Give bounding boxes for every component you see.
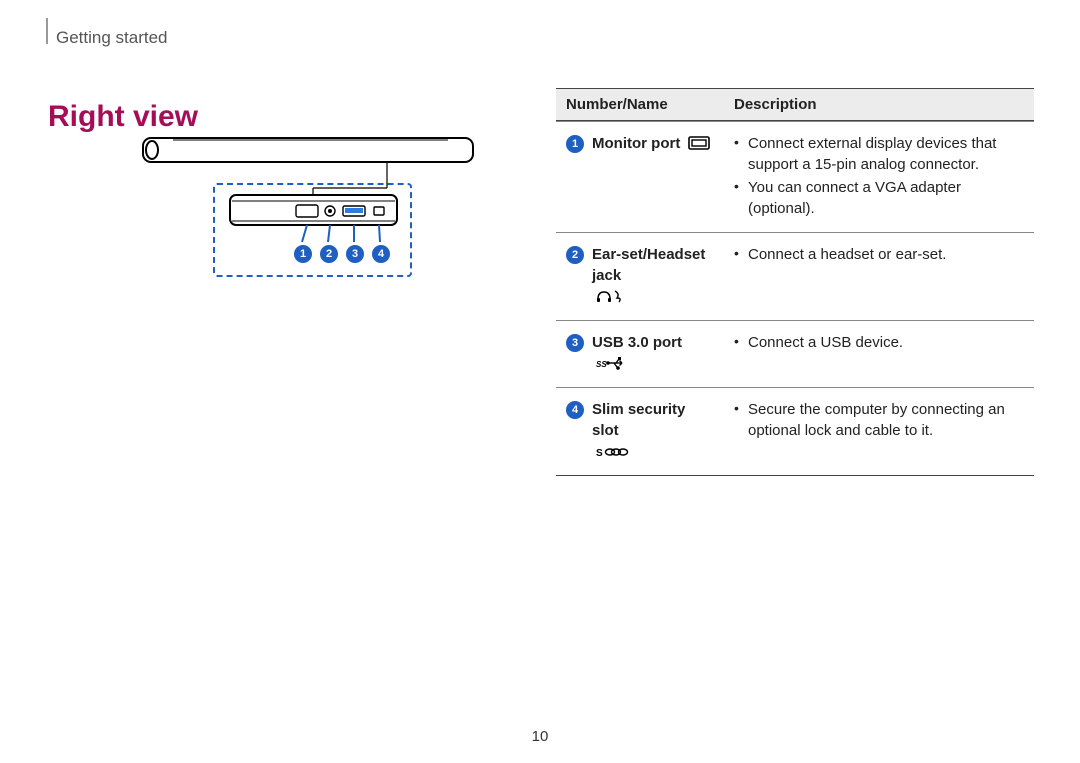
manual-page: Getting started Right view bbox=[0, 0, 1080, 763]
section-header: Getting started bbox=[56, 28, 168, 48]
row-name-text: Ear-set/Headset jack bbox=[592, 244, 714, 286]
row-desc-list: Secure the computer by connecting an opt… bbox=[734, 393, 1024, 449]
row-name: 2 Ear-set/Headset jack bbox=[566, 238, 718, 315]
row-name-text: Monitor port bbox=[592, 133, 680, 154]
row-desc-list: Connect a USB device. bbox=[734, 326, 1024, 361]
desc-item: Connect external display devices that su… bbox=[734, 133, 1024, 175]
desc-item: Connect a headset or ear-set. bbox=[734, 244, 1024, 265]
row-desc-list: Connect external display devices that su… bbox=[734, 127, 1024, 227]
desc-item: Secure the computer by connecting an opt… bbox=[734, 399, 1024, 441]
monitor-port-icon bbox=[688, 135, 710, 156]
row-name: 1 Monitor port bbox=[566, 127, 718, 162]
table-header-row: Number/Name Description bbox=[556, 89, 1034, 121]
col-header-desc: Description bbox=[726, 89, 1034, 120]
row-name: 3 USB 3.0 port SS bbox=[566, 326, 718, 382]
table-row: 4 Slim security slot S bbox=[556, 387, 1034, 475]
ports-table: Number/Name Description 1 Monitor port bbox=[556, 88, 1034, 476]
svg-text:S: S bbox=[596, 448, 603, 458]
svg-text:SS: SS bbox=[596, 360, 607, 369]
row-badge: 2 bbox=[566, 246, 584, 264]
col-header-name: Number/Name bbox=[556, 89, 726, 120]
row-desc-list: Connect a headset or ear-set. bbox=[734, 238, 1024, 273]
right-view-figure: 1 2 3 4 bbox=[138, 128, 478, 288]
desc-item: You can connect a VGA adapter (optional)… bbox=[734, 177, 1024, 219]
page-number: 10 bbox=[0, 728, 1080, 745]
table-row: 3 USB 3.0 port SS bbox=[556, 320, 1034, 387]
figure-callout-box bbox=[213, 183, 412, 277]
table-row: 1 Monitor port Connect external display … bbox=[556, 121, 1034, 232]
row-name-text: USB 3.0 port bbox=[592, 332, 682, 353]
row-badge: 4 bbox=[566, 401, 584, 419]
row-badge: 3 bbox=[566, 334, 584, 352]
usb3-port-icon: SS bbox=[596, 355, 624, 376]
row-name: 4 Slim security slot S bbox=[566, 393, 718, 470]
row-badge: 1 bbox=[566, 135, 584, 153]
desc-item: Connect a USB device. bbox=[734, 332, 1024, 353]
security-slot-icon: S bbox=[596, 443, 630, 464]
headset-jack-icon bbox=[596, 288, 622, 309]
header-rule bbox=[46, 18, 48, 44]
row-name-text: Slim security slot bbox=[592, 399, 714, 441]
table-row: 2 Ear-set/Headset jack bbox=[556, 232, 1034, 320]
